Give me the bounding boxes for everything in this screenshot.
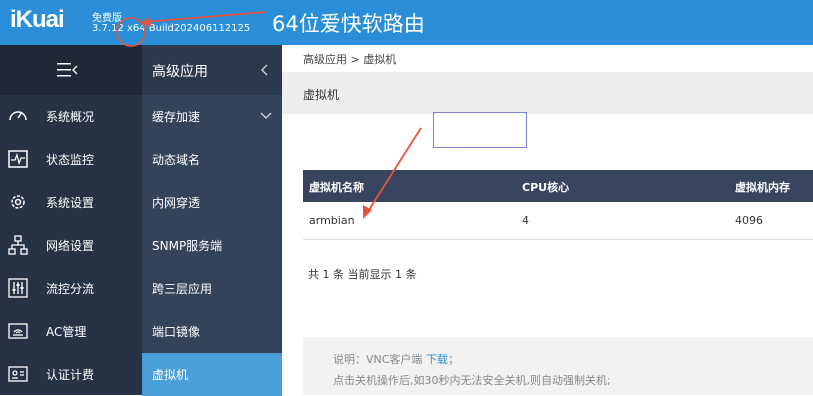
vm-name-cell: armbian [309, 214, 355, 227]
monitor-icon [8, 150, 28, 168]
id-card-icon [8, 366, 28, 382]
main-sidebar: 系统概况 状态监控 系统设置 网络设置 流控分流 AC管理 认证计费 [0, 45, 142, 395]
version-label: 3.7.12 x64 Build202406112125 [92, 23, 251, 34]
table-row[interactable]: armbian 4 4096 [303, 202, 813, 240]
subbar-item-label: 虚拟机 [152, 368, 189, 382]
sidebar-item-label: AC管理 [46, 325, 87, 339]
subbar-item-cache[interactable]: 缓存加速 [142, 95, 282, 138]
column-header-name[interactable]: 虚拟机名称 [309, 179, 364, 195]
column-header-memory[interactable]: 虚拟机内存 [735, 179, 790, 195]
subbar-item-vm[interactable]: 虚拟机 [142, 353, 282, 396]
subbar-item-label: 内网穿透 [152, 196, 201, 210]
gear-icon [11, 195, 25, 209]
sidebar-item-monitor[interactable]: 状态监控 [0, 138, 142, 181]
chevron-down-icon [260, 112, 272, 119]
sidebar-item-flow-control[interactable]: 流控分流 [0, 267, 142, 310]
subbar-item-label: 动态域名 [152, 153, 201, 167]
pagination-summary: 共 1 条 当前显示 1 条 [308, 268, 417, 281]
sidebar-item-label: 系统概况 [46, 110, 95, 124]
note-box: 说明：VNC客户端 下载； 点击关机操作后,如30秒内无法安全关机,则自动强制关… [303, 337, 813, 395]
sliders-icon [8, 278, 28, 298]
table-header: 虚拟机名称 CPU核心 虚拟机内存 [303, 170, 813, 202]
note-prefix: 说明：VNC客户端 [333, 353, 426, 366]
ikuai-logo[interactable]: iKuai [10, 6, 65, 34]
subbar-item-label: 端口镜像 [152, 325, 201, 339]
subbar-item-label: 缓存加速 [152, 110, 201, 124]
breadcrumb: 高级应用 > 虚拟机 [303, 53, 397, 66]
note-suffix: ； [447, 353, 459, 366]
page-title: 虚拟机 [303, 88, 340, 102]
subbar-item-label: SNMP服务端 [152, 239, 223, 253]
sidebar-item-label: 流控分流 [46, 282, 95, 296]
vm-memory-cell: 4096 [735, 214, 763, 227]
subbar-item-snmp[interactable]: SNMP服务端 [142, 224, 282, 267]
sidebar-item-label: 认证计费 [46, 368, 95, 382]
subbar-header[interactable]: 高级应用 [142, 45, 282, 95]
network-icon [8, 235, 28, 255]
chevron-left-icon[interactable] [260, 64, 268, 76]
subbar-title: 高级应用 [152, 64, 208, 80]
router-icon [8, 323, 28, 339]
sidebar-item-network[interactable]: 网络设置 [0, 224, 142, 267]
vnc-download-link[interactable]: 下载 [426, 353, 448, 366]
sidebar-toggle-button[interactable] [0, 45, 142, 95]
annotation-title: 64位爱快软路由 [272, 12, 425, 36]
edition-label: 免费版 [92, 13, 122, 24]
subbar-item-port-mirror[interactable]: 端口镜像 [142, 310, 282, 353]
subbar-item-label: 跨三层应用 [152, 282, 213, 296]
page-title-bar: 虚拟机 [282, 72, 813, 114]
sidebar-item-settings[interactable]: 系统设置 [0, 181, 142, 224]
sidebar-item-auth[interactable]: 认证计费 [0, 353, 142, 396]
column-header-cpu[interactable]: CPU核心 [522, 179, 569, 195]
sidebar-item-label: 网络设置 [46, 239, 95, 253]
vm-cpu-cell: 4 [522, 214, 529, 227]
top-header: iKuai 免费版 3.7.12 x64 Build202406112125 6… [0, 0, 813, 45]
menu-collapse-icon [57, 63, 78, 77]
dashboard-icon [9, 111, 27, 121]
subbar-item-nat-traversal[interactable]: 内网穿透 [142, 181, 282, 224]
note-line-1: 说明：VNC客户端 下载； [333, 351, 459, 367]
annotation-box [433, 112, 527, 148]
note-line-2: 点击关机操作后,如30秒内无法安全关机,则自动强制关机; [333, 374, 611, 387]
sidebar-item-overview[interactable]: 系统概况 [0, 95, 142, 138]
sidebar-item-ac[interactable]: AC管理 [0, 310, 142, 353]
sidebar-item-label: 状态监控 [46, 153, 95, 167]
sub-sidebar: 高级应用 缓存加速 动态域名 内网穿透 SNMP服务端 跨三层应用 端口镜像 虚… [142, 45, 282, 396]
sidebar-item-label: 系统设置 [46, 196, 95, 210]
subbar-item-ddns[interactable]: 动态域名 [142, 138, 282, 181]
subbar-item-cross-layer3[interactable]: 跨三层应用 [142, 267, 282, 310]
